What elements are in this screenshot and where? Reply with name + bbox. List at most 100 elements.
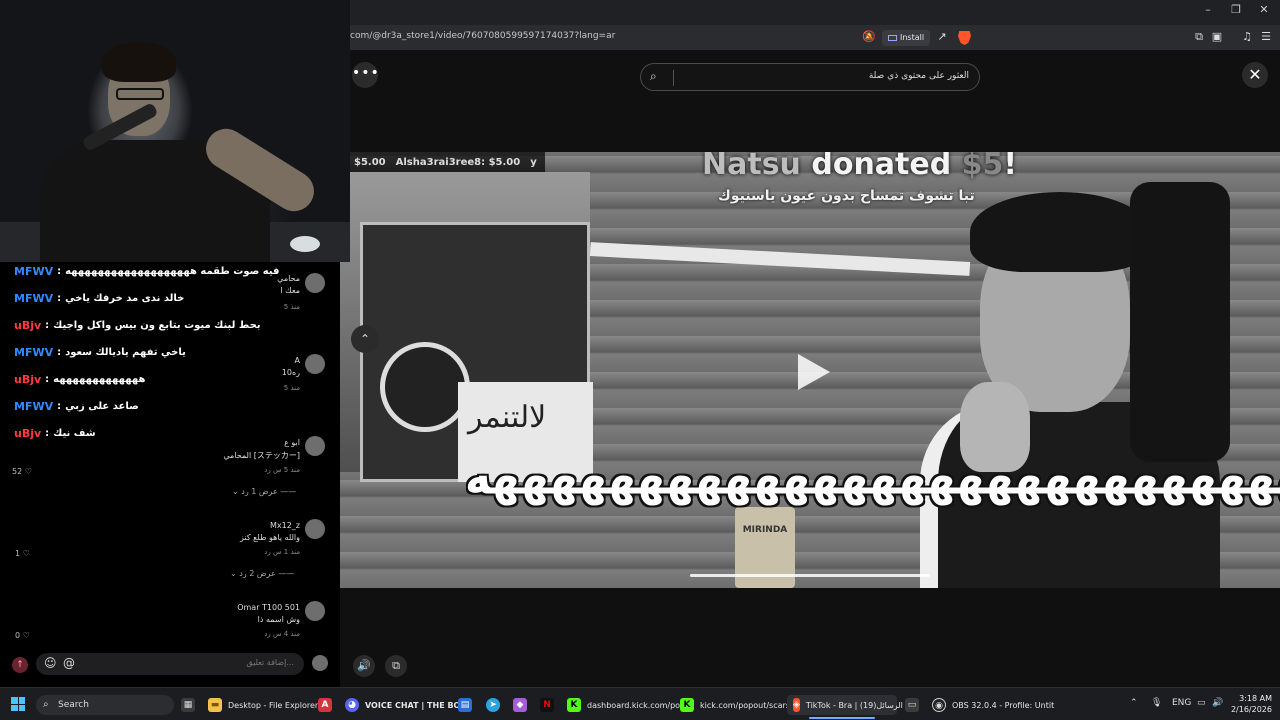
avatar[interactable] (305, 601, 325, 621)
taskbar-kick-dashboard[interactable]: K dashboard.kick.com/po (567, 695, 680, 715)
like-count[interactable]: 1 ♡ (15, 549, 30, 558)
webcam-mouse (290, 236, 320, 252)
like-count[interactable]: 52 ♡ (12, 467, 32, 476)
taskbar-icon[interactable]: ➤ (486, 695, 500, 715)
taskbar-search-label: Search (58, 700, 89, 710)
taskbar-tiktok[interactable]: ◈ TikTok - Bra | الرسائل(19) (787, 695, 903, 719)
restore-icon[interactable]: ❐ (1226, 3, 1246, 16)
netflix-icon: N (540, 698, 554, 712)
taskbar-obs[interactable]: ◉ OBS 32.0.4 - Profile: Untit (932, 695, 1054, 715)
taskbar-icon[interactable]: N (540, 695, 554, 715)
search-input[interactable]: العثور على محتوى ذي صلة (869, 71, 969, 81)
chat-message: فيه صوت طقمه هههههههههههههههههههه (65, 265, 280, 277)
chat-line: uBjv: هههههههههههههه (14, 371, 211, 387)
ticker-item: Alsha3rai3ree8: $5.00 (395, 156, 521, 168)
comment-author[interactable]: Omar T100 501 (237, 603, 300, 612)
taskbar: ⌕ Search ▦ ▬ Desktop - File Explorer A ◕… (0, 687, 1280, 720)
video-microphone (1130, 182, 1230, 462)
avatar[interactable] (312, 655, 328, 671)
comment-input[interactable]: ☺ @ إضافة تعليق... (36, 653, 304, 675)
taskbar-icon[interactable]: ▤ (458, 695, 472, 715)
chat-user: uBjv (14, 426, 42, 440)
donated-bang: ! (1003, 152, 1018, 182)
comment-meta: منذ 4 س رد (264, 630, 300, 638)
avatar[interactable] (305, 354, 325, 374)
chat-line: MFWV: ياخي تفهم ياديالك سعود (14, 344, 211, 360)
like-count-value: 1 (15, 549, 21, 558)
heart-icon[interactable]: ♡ (23, 549, 30, 558)
taskbar-kick-popout[interactable]: K kick.com/popout/scarsa (680, 695, 795, 715)
microphone-icon[interactable]: 🎙 (1151, 698, 1162, 708)
video-progress-bar[interactable] (690, 574, 930, 577)
like-count[interactable]: 0 ♡ (15, 631, 30, 640)
language-indicator[interactable]: ENG (1172, 698, 1191, 708)
media-icon[interactable]: ♫ (1240, 30, 1254, 44)
install-button[interactable]: Install (882, 30, 931, 46)
emoji-icon[interactable]: ☺ (44, 656, 57, 670)
taskbar-item-label: kick.com/popout/scarsa (700, 700, 795, 710)
taskbar-file-explorer[interactable]: ▬ Desktop - File Explorer (208, 695, 318, 715)
webcam-hair (102, 42, 176, 82)
taskbar-item-label: VOICE CHAT | THE BOY (365, 700, 466, 710)
chat-line: uBjv: شف نيك (14, 425, 211, 441)
donation-alert-title: Natsu donated $5! (702, 152, 1017, 182)
start-icon[interactable] (11, 697, 25, 711)
search-box[interactable]: ⌕ العثور على محتوى ذي صلة (640, 63, 980, 91)
chat-colon: : (45, 373, 50, 385)
more-options-button[interactable]: ••• (352, 62, 379, 88)
taskview-icon[interactable]: ▦ (181, 695, 195, 715)
search-icon: ⌕ (43, 699, 49, 710)
chat-colon: : (57, 292, 62, 304)
heart-icon[interactable]: ♡ (23, 631, 30, 640)
taskbar-icon[interactable]: ◆ (513, 695, 527, 715)
clock[interactable]: 3:18 AM 2/16/2026 (1226, 693, 1272, 715)
close-video-button[interactable]: ✕ (1242, 62, 1268, 88)
scroll-up-icon[interactable]: ⌃ (351, 325, 379, 353)
avatar[interactable] (305, 273, 325, 293)
install-label: Install (900, 33, 925, 42)
app-a-icon: A (318, 698, 332, 712)
window-close-icon[interactable]: ✕ (1254, 3, 1274, 16)
volume-icon[interactable]: 🔊 (353, 655, 375, 677)
comment-author[interactable]: Mx12_z (270, 521, 300, 530)
chat-message: ياخي تفهم ياديالك سعود (65, 346, 186, 358)
mention-icon[interactable]: @ (63, 656, 75, 670)
chat-user: uBjv (14, 372, 42, 386)
heart-icon[interactable]: ♡ (25, 467, 32, 476)
pip-icon[interactable]: ⧉ (385, 655, 407, 677)
taskbar-item-label: TikTok - Bra | الرسائل(19) (805, 700, 903, 710)
donor-name: Natsu (702, 152, 801, 182)
taskbar-search[interactable]: ⌕ Search (36, 695, 174, 715)
wallet-icon[interactable]: ▣ (1210, 30, 1224, 44)
comment-text: وش اسمه ذا (257, 615, 300, 624)
taskbar-discord[interactable]: ◕ VOICE CHAT | THE BOY (345, 695, 466, 715)
taskbar-app-icon[interactable]: A (318, 695, 332, 715)
view-replies-button[interactable]: ⌄ عرض 1 رد —— (232, 487, 296, 496)
avatar[interactable] (305, 436, 325, 456)
speaker-icon[interactable]: 🔊 (1212, 698, 1223, 708)
avatar[interactable] (305, 519, 325, 539)
minimize-icon[interactable]: – (1198, 3, 1218, 16)
donation-message: تبا تشوف تمساح بدون عيون ياسنيوك (718, 188, 975, 204)
chat-colon: : (45, 319, 50, 331)
chevron-up-icon[interactable]: ⌃ (1130, 698, 1138, 708)
url-text[interactable]: com/@dr3a_store1/video/76070805995971740… (350, 31, 615, 41)
ticker-item: $5.00 (354, 156, 386, 168)
store-icon: ▤ (458, 698, 472, 712)
mute-icon[interactable]: 🔕 (862, 30, 876, 44)
share-icon[interactable]: ↗ (935, 30, 949, 44)
monitor-icon[interactable]: ▭ (1197, 698, 1206, 708)
play-icon[interactable] (798, 354, 830, 390)
active-indicator (809, 717, 875, 719)
chevron-down-icon: ⌄ (232, 487, 239, 496)
chat-user: MFWV (14, 345, 54, 359)
video-frame[interactable]: لالتنمر MIRINDA $5.00 Alsha3rai3ree8: $5… (340, 152, 1280, 588)
donation-ticker: $5.00 Alsha3rai3ree8: $5.00 y (340, 152, 545, 172)
menu-icon[interactable]: ☰ (1259, 30, 1273, 44)
extensions-icon[interactable]: ⧉ (1192, 30, 1206, 44)
search-icon[interactable]: ⌕ (650, 69, 657, 84)
taskbar-icon[interactable]: ▭ (905, 695, 919, 715)
view-replies-button[interactable]: ⌄ عرض 2 رد —— (230, 569, 294, 578)
comment-author[interactable]: A (295, 356, 300, 365)
send-comment-button[interactable]: ↑ (12, 657, 28, 673)
